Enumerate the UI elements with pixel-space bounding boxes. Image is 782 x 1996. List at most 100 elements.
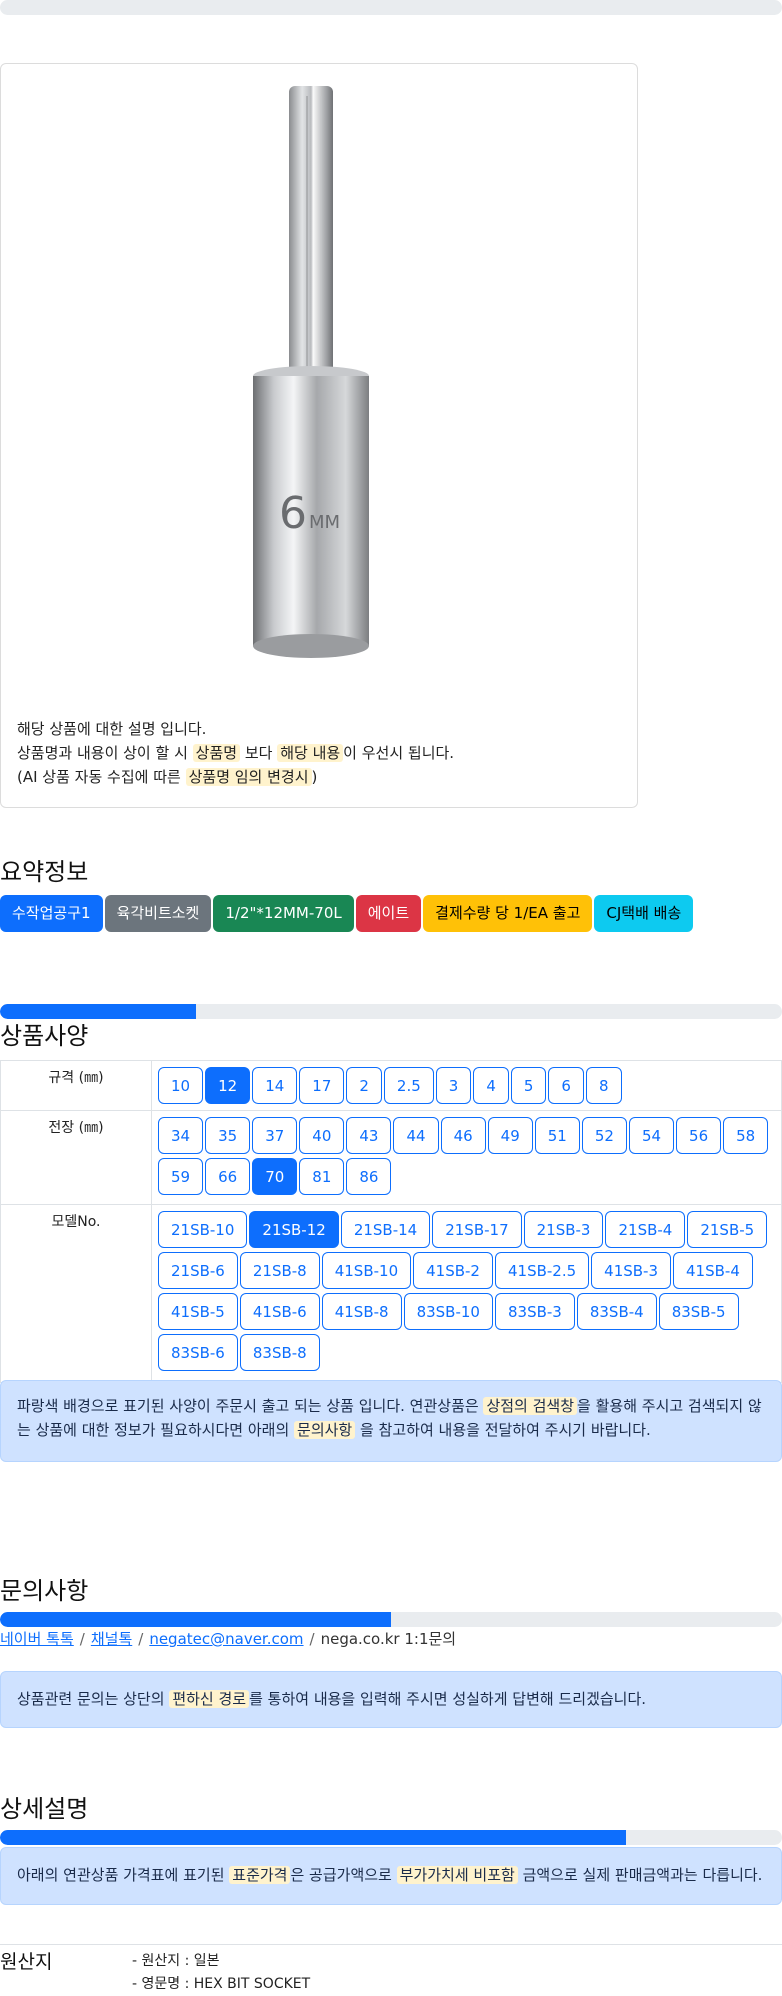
spec-option-button[interactable]: 21SB-5 — [687, 1211, 768, 1248]
spec-option-button[interactable]: 21SB-3 — [523, 1211, 604, 1248]
highlight-inquiry: 문의사항 — [294, 1421, 356, 1439]
spec-option-button[interactable]: 34 — [158, 1117, 204, 1154]
option-group: 21SB-10 21SB-12 21SB-14 21SB-17 21SB-3 21SB-4… — [156, 1209, 777, 1373]
origin-country: - 원산지 : 일본 — [132, 1953, 220, 1969]
separator: / — [309, 1630, 315, 1648]
spec-option-button[interactable]: 21SB-10 — [158, 1211, 248, 1248]
email-link[interactable]: negatec@naver.com — [149, 1630, 303, 1648]
spec-option-button[interactable]: 46 — [440, 1117, 486, 1154]
origin-label: 원산지 — [0, 1951, 53, 1973]
spec-option-button[interactable]: 56 — [676, 1117, 722, 1154]
spec-row: 규격 (㎜) 10 12 14 17 2 2.5 3 4 5 6 8 — [0, 1060, 782, 1111]
spec-option-button[interactable]: 21SB-6 — [158, 1252, 238, 1289]
option-group: 34 35 37 40 43 44 46 49 51 52 54 56 58 59 66 70 81 86 — [156, 1115, 777, 1197]
spec-option-button[interactable]: 41SB-6 — [239, 1293, 320, 1330]
spec-option-button[interactable]: 41SB-2 — [413, 1252, 493, 1289]
spec-option-button[interactable]: 10 — [158, 1067, 204, 1104]
spec-option-button[interactable]: 43 — [346, 1117, 392, 1154]
highlight-name-change: 상품명 임의 변경시 — [185, 768, 312, 786]
product-image: 6 MM — [253, 86, 369, 658]
highlight-route: 편하신 경로 — [169, 1690, 250, 1708]
spec-option-button[interactable]: 83SB-4 — [576, 1293, 657, 1330]
spec-options: 10 12 14 17 2 2.5 3 4 5 6 8 — [151, 1060, 782, 1111]
spec-option-button[interactable]: 83SB-5 — [658, 1293, 739, 1330]
product-card: 6 MM 해당 상품에 대한 설명 입니다. 상품명과 내용이 상이 할 시 상… — [0, 63, 638, 808]
description-line-2: 상품명과 내용이 상이 할 시 상품명 보다 해당 내용 이 우선시 됩니다. — [17, 744, 455, 762]
spec-option-button[interactable]: 66 — [205, 1158, 251, 1195]
spec-row: 전장 (㎜) 34 35 37 40 43 44 46 49 51 52 54 56 58 59 66 70 81… — [0, 1110, 782, 1205]
spec-option-button[interactable]: 5 — [510, 1067, 547, 1104]
origin-divider — [0, 1944, 782, 1945]
spec-option-button[interactable]: 14 — [252, 1067, 298, 1104]
spec-option-button[interactable]: 81 — [299, 1158, 345, 1195]
spec-option-button[interactable]: 41SB-4 — [673, 1252, 753, 1289]
spec-option-button[interactable]: 21SB-17 — [432, 1211, 522, 1248]
highlight-vat: 부가가치세 비포함 — [396, 1866, 518, 1884]
spec-option-button[interactable]: 3 — [435, 1067, 472, 1104]
spec-option-button[interactable]: 58 — [723, 1117, 769, 1154]
spec-option-button[interactable]: 44 — [393, 1117, 439, 1154]
spec-row-label: 규격 (㎜) — [0, 1060, 152, 1111]
summary-badge: 결제수량 당 1/EA 출고 — [423, 895, 593, 932]
detail-progress-bar — [0, 1830, 782, 1845]
spec-option-button[interactable]: 41SB-10 — [321, 1252, 412, 1289]
spec-option-button[interactable]: 83SB-10 — [403, 1293, 493, 1330]
spec-option-button[interactable]: 83SB-3 — [494, 1293, 575, 1330]
spec-option-button[interactable]: 12 — [205, 1067, 251, 1104]
spec-option-button[interactable]: 35 — [205, 1117, 251, 1154]
spec-option-button[interactable]: 17 — [299, 1067, 345, 1104]
spec-option-button[interactable]: 41SB-8 — [321, 1293, 402, 1330]
inquiry-title: 문의사항 — [0, 1577, 89, 1605]
channel-talk-link[interactable]: 채널톡 — [91, 1630, 132, 1648]
spec-option-button[interactable]: 52 — [581, 1117, 627, 1154]
highlight-content: 해당 내용 — [277, 744, 344, 762]
spec-option-button[interactable]: 83SB-8 — [239, 1334, 320, 1371]
inquiry-progress-fill — [0, 1612, 391, 1627]
summary-badges: 수작업공구1 육각비트소켓 1/2"*12MM-70L 에이트 결제수량 당 1/EA … — [0, 895, 694, 932]
spec-option-button[interactable]: 6 — [548, 1067, 584, 1104]
contact-links: 네이버 톡톡 / 채널톡 / negatec@naver.com / nega.co.kr … — [0, 1628, 456, 1649]
spec-option-button[interactable]: 51 — [534, 1117, 580, 1154]
spec-option-button[interactable]: 4 — [473, 1067, 509, 1104]
origin-english-name: - 영문명 : HEX BIT SOCKET — [132, 1976, 311, 1992]
product-description: 해당 상품에 대한 설명 입니다. 상품명과 내용이 상이 할 시 상품명 보다… — [17, 717, 454, 789]
inquiry-progress-bar — [0, 1612, 782, 1627]
spec-option-button[interactable]: 21SB-4 — [605, 1211, 686, 1248]
description-line-1: 해당 상품에 대한 설명 입니다. — [17, 720, 207, 738]
spec-table: 규격 (㎜) 10 12 14 17 2 2.5 3 4 5 6 8 전장 (㎜) 34 35 37 40 43 4… — [0, 1060, 782, 1383]
highlight-product-name: 상품명 — [192, 744, 241, 762]
spec-option-button[interactable]: 49 — [487, 1117, 533, 1154]
summary-badge: 1/2"*12MM-70L — [213, 895, 354, 932]
spec-option-button[interactable]: 41SB-5 — [158, 1293, 238, 1330]
spec-option-button[interactable]: 59 — [158, 1158, 204, 1195]
spec-option-button[interactable]: 21SB-14 — [340, 1211, 431, 1248]
summary-badge: 수작업공구1 — [0, 895, 103, 932]
detail-notice: 아래의 연관상품 가격표에 표기된 표준가격 은 공급가액으로 부가가치세 비포함… — [0, 1847, 782, 1905]
spec-option-button[interactable]: 2.5 — [383, 1067, 434, 1104]
spec-option-button[interactable]: 54 — [628, 1117, 675, 1154]
top-progress-bar — [0, 0, 782, 15]
spec-option-button[interactable]: 40 — [299, 1117, 345, 1154]
spec-option-button[interactable]: 83SB-6 — [158, 1334, 238, 1371]
origin-items: - 원산지 : 일본 - 영문명 : HEX BIT SOCKET — [132, 1950, 310, 1996]
svg-text:MM: MM — [309, 512, 340, 533]
summary-badge: CJ택배 배송 — [594, 895, 694, 932]
spec-option-button[interactable]: 21SB-12 — [249, 1211, 339, 1248]
spec-option-button[interactable]: 41SB-3 — [591, 1252, 672, 1289]
spec-title: 상품사양 — [0, 1022, 89, 1050]
spec-option-button[interactable]: 37 — [252, 1117, 298, 1154]
spec-options: 21SB-10 21SB-12 21SB-14 21SB-17 21SB-3 21SB-4… — [151, 1204, 782, 1383]
spec-option-button[interactable]: 21SB-8 — [239, 1252, 320, 1289]
spec-row-label: 전장 (㎜) — [0, 1110, 152, 1205]
detail-progress-fill — [0, 1830, 626, 1845]
spec-options: 34 35 37 40 43 44 46 49 51 52 54 56 58 59 66 70 81 86 — [151, 1110, 782, 1205]
spec-option-button[interactable]: 2 — [346, 1067, 382, 1104]
spec-option-button[interactable]: 70 — [252, 1158, 298, 1195]
option-group: 10 12 14 17 2 2.5 3 4 5 6 8 — [156, 1065, 777, 1106]
spec-option-button[interactable]: 41SB-2.5 — [494, 1252, 590, 1289]
naver-talk-link[interactable]: 네이버 톡톡 — [0, 1630, 74, 1648]
spec-option-button[interactable]: 86 — [346, 1158, 392, 1195]
summary-badge: 에이트 — [355, 895, 422, 932]
inquiry-notice: 상품관련 문의는 상단의 편하신 경로 를 통하여 내용을 입력해 주시면 성실하… — [0, 1671, 782, 1728]
spec-option-button[interactable]: 8 — [585, 1067, 622, 1104]
